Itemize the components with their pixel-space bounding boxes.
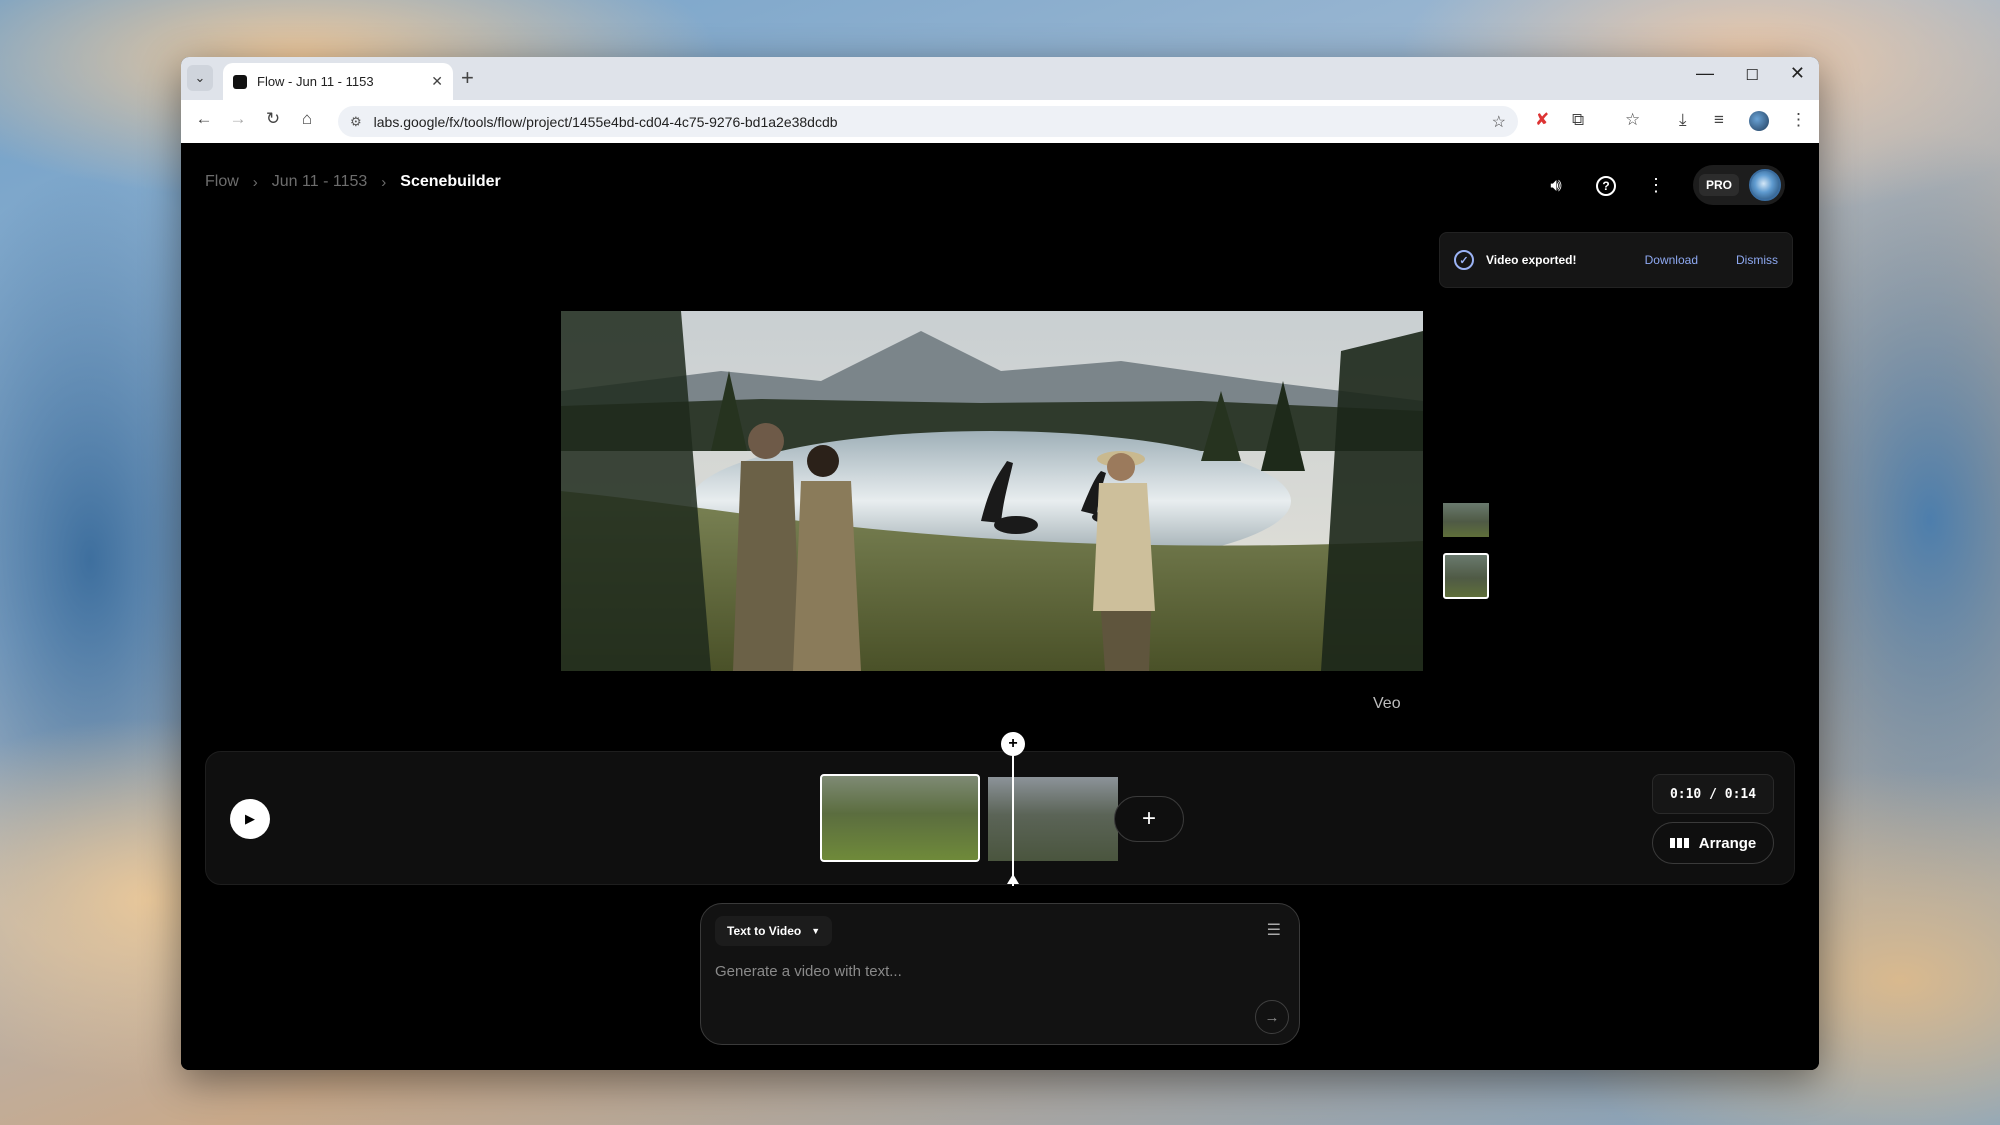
tab-title: Flow - Jun 11 - 1153: [257, 74, 374, 89]
breadcrumb-flow[interactable]: Flow: [205, 173, 239, 191]
address-url: labs.google/fx/tools/flow/project/1455e4…: [373, 113, 838, 130]
chevron-right-icon: ›: [381, 173, 387, 191]
home-icon[interactable]: ⌂: [294, 109, 320, 129]
check-circle-icon: ✓: [1454, 250, 1474, 270]
breadcrumb: Flow › Jun 11 - 1153 › Scenebuilder: [205, 173, 501, 191]
add-clip-button[interactable]: +: [1114, 796, 1184, 842]
tab-bar: ⌄ Flow - Jun 11 - 1153 ✕ + — ☐ ✕: [181, 57, 1819, 100]
timeline: ▶ + + 0:10 / 0:14 Arrange: [205, 732, 1795, 886]
play-button[interactable]: ▶: [230, 799, 270, 839]
flow-app: Flow › Jun 11 - 1153 › Scenebuilder 🔊︎ ?…: [181, 143, 1819, 1070]
address-bar[interactable]: ⚙ labs.google/fx/tools/flow/project/1455…: [338, 106, 1518, 137]
mode-dropdown[interactable]: Text to Video ▼: [715, 916, 833, 946]
browser-window: ⌄ Flow - Jun 11 - 1153 ✕ + — ☐ ✕ ← → ↻ ⌂…: [181, 57, 1819, 1070]
browser-menu-icon[interactable]: ⋮: [1790, 110, 1807, 130]
profile-icon[interactable]: [1749, 111, 1769, 136]
reload-icon[interactable]: ↻: [260, 109, 286, 129]
more-vert-icon[interactable]: ⋮: [1643, 175, 1669, 196]
prompt-box: Text to Video ▼ ☰ →: [700, 903, 1300, 1045]
bookmark-star-icon[interactable]: ☆: [1492, 112, 1506, 132]
chevron-right-icon: ›: [252, 173, 258, 191]
video-preview[interactable]: [561, 311, 1423, 671]
back-icon[interactable]: ←: [191, 109, 217, 129]
send-button[interactable]: →: [1255, 1000, 1289, 1034]
export-toast: ✓ Video exported! Download Dismiss: [1439, 232, 1793, 288]
tab-search-button[interactable]: ⌄: [187, 65, 213, 91]
arrange-button[interactable]: Arrange: [1652, 822, 1774, 864]
playhead-handle[interactable]: [1007, 874, 1019, 884]
download-button[interactable]: Download: [1645, 253, 1698, 267]
playhead-add-button[interactable]: +: [1001, 732, 1025, 756]
browser-tab[interactable]: Flow - Jun 11 - 1153 ✕: [223, 63, 453, 100]
veo-watermark: Veo: [1373, 695, 1401, 712]
new-tab-button[interactable]: +: [461, 65, 474, 91]
video-frame-image: [561, 311, 1423, 671]
caret-down-icon: ▼: [811, 926, 821, 936]
puzzle-extensions-icon[interactable]: ⧉: [1572, 110, 1584, 130]
timeline-clip[interactable]: [988, 777, 1118, 861]
scene-thumbnail[interactable]: [1443, 503, 1489, 537]
site-info-icon[interactable]: ⚙: [350, 114, 362, 130]
forward-icon[interactable]: →: [225, 109, 251, 129]
avatar[interactable]: [1749, 169, 1781, 201]
time-display: 0:10 / 0:14: [1652, 774, 1774, 814]
page-title: Scenebuilder: [400, 173, 501, 190]
header-actions: 🔊︎ ? ⋮ PRO: [1543, 165, 1785, 205]
help-icon: ?: [1595, 176, 1616, 196]
extension-icon[interactable]: ✘: [1535, 110, 1549, 130]
help-button[interactable]: ?: [1593, 174, 1619, 196]
flow-favicon-icon: [233, 74, 247, 89]
playhead[interactable]: [1012, 744, 1014, 886]
minimize-button[interactable]: —: [1696, 63, 1714, 84]
tune-settings-icon[interactable]: ☰: [1267, 920, 1281, 940]
toast-message: Video exported!: [1486, 253, 1577, 267]
mode-label: Text to Video: [727, 924, 802, 938]
close-window-button[interactable]: ✕: [1790, 63, 1805, 84]
bookmarks-icon[interactable]: ☆: [1625, 110, 1640, 130]
arrange-icon: [1669, 838, 1689, 848]
account-pill[interactable]: PRO: [1692, 165, 1785, 205]
dismiss-button[interactable]: Dismiss: [1736, 253, 1778, 267]
maximize-button[interactable]: ☐: [1746, 66, 1759, 84]
breadcrumb-project[interactable]: Jun 11 - 1153: [272, 173, 367, 191]
timeline-clip-selected[interactable]: [820, 774, 980, 862]
media-control-icon[interactable]: ≡: [1714, 110, 1724, 130]
close-tab-icon[interactable]: ✕: [431, 73, 443, 90]
download-icon[interactable]: ⤓: [1679, 110, 1687, 130]
scene-thumbnail-selected[interactable]: [1443, 553, 1489, 599]
pro-badge: PRO: [1698, 174, 1739, 196]
arrange-label: Arrange: [1698, 834, 1757, 852]
volume-icon[interactable]: 🔊︎: [1543, 175, 1569, 196]
browser-toolbar: ← → ↻ ⌂ ⚙ labs.google/fx/tools/flow/proj…: [181, 100, 1819, 143]
prompt-input[interactable]: [715, 958, 1215, 984]
